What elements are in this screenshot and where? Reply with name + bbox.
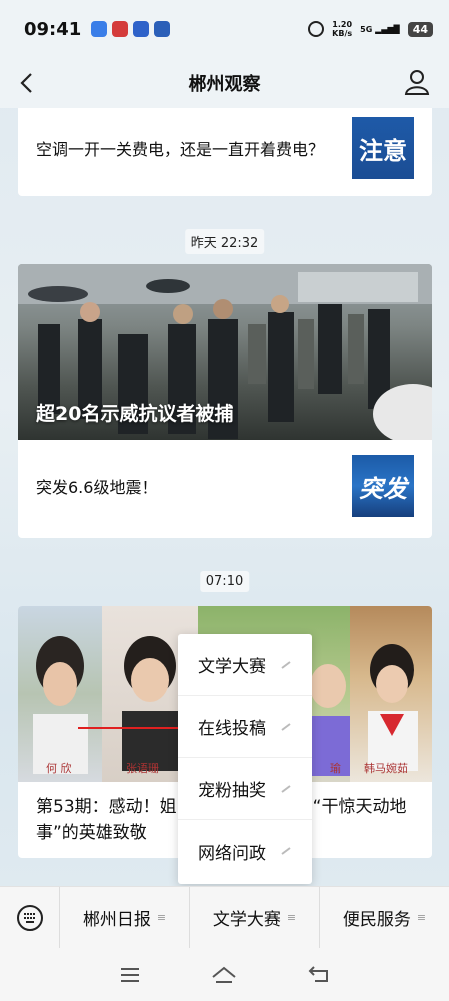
battery-indicator: 44 [407, 21, 433, 37]
network-speed: 1.20 KB/s [332, 20, 353, 38]
portrait-panel: 何 欣 [18, 606, 102, 782]
bottom-menu-bar: 郴州日报 ≡ 文学大赛 ≡ 便民服务 ≡ [0, 886, 449, 949]
app-notification-icon [133, 21, 150, 37]
link-icon [281, 847, 291, 855]
article-row[interactable]: 突发6.6级地震！ 突发 [18, 454, 432, 518]
link-icon [281, 661, 291, 669]
hero-image[interactable]: 超20名示威抗议者被捕 [18, 264, 432, 440]
menu-tab-label: 便民服务 [342, 910, 411, 930]
article-card[interactable]: 超20名示威抗议者被捕 突发6.6级地震！ 突发 [18, 264, 432, 538]
page-title: 郴州观察 [188, 74, 261, 95]
menu-tab-literature-contest[interactable]: 文学大赛 ≡ [190, 886, 320, 949]
article-thumbnail: 注意 [352, 117, 414, 179]
link-icon [281, 785, 291, 793]
header: 郴州观察 [0, 58, 449, 108]
recent-apps-icon[interactable] [119, 966, 141, 984]
menu-item-label: 在线投稿 [198, 719, 266, 739]
keyboard-toggle-button[interactable] [0, 886, 60, 949]
system-nav-bar [0, 948, 449, 1001]
submenu-icon: ≡ [416, 911, 427, 924]
status-bar: 09:41 1.20 KB/s 5G ▂▄▆█ 44 [0, 0, 449, 58]
keyboard-icon [16, 904, 43, 931]
app-notification-icon [112, 21, 129, 37]
name-tag: 韩马婉茹 [364, 762, 408, 775]
menu-item-literature-contest[interactable]: 文学大赛 [178, 634, 312, 696]
hero-caption: 超20名示威抗议者被捕 [36, 403, 234, 425]
name-tag: 瑜 [330, 762, 341, 775]
menu-item-fan-lottery[interactable]: 宠粉抽奖 [178, 758, 312, 820]
back-icon[interactable] [14, 69, 42, 97]
article-card[interactable]: 空调一开一关费电，还是一直开着费电？ 注意 [18, 108, 432, 196]
article-thumbnail: 突发 [352, 455, 414, 517]
submenu-icon: ≡ [286, 911, 297, 924]
menu-item-online-submission[interactable]: 在线投稿 [178, 696, 312, 758]
name-tag: 何 欣 [46, 762, 72, 775]
menu-tab-label: 郴州日报 [82, 910, 151, 930]
signal-icon: 5G ▂▄▆█ [360, 24, 400, 34]
back-nav-icon[interactable] [307, 965, 331, 985]
link-icon [281, 723, 291, 731]
timestamp: 07:10 [199, 571, 250, 592]
article-row[interactable]: 空调一开一关费电，还是一直开着费电？ 注意 [18, 116, 432, 180]
submenu-icon: ≡ [156, 911, 167, 924]
menu-item-online-governance[interactable]: 网络问政 [178, 820, 312, 882]
app-notification-icon [154, 21, 171, 37]
status-time: 09:41 [24, 18, 82, 40]
menu-tab-label: 文学大赛 [212, 910, 281, 930]
name-tag: 张语珊 [126, 762, 159, 775]
profile-icon[interactable] [403, 68, 431, 96]
app-notification-icon [91, 21, 108, 37]
status-app-icons [91, 21, 171, 37]
article-title: 空调一开一关费电，还是一直开着费电？ [36, 140, 325, 159]
home-icon[interactable] [211, 965, 237, 985]
menu-item-label: 网络问政 [198, 843, 266, 864]
portrait-panel: 韩马婉茹 [350, 606, 432, 782]
menu-item-label: 文学大赛 [198, 657, 266, 677]
alarm-icon [308, 21, 325, 37]
menu-tab-chenzhou-daily[interactable]: 郴州日报 ≡ [60, 886, 190, 949]
article-title: 突发6.6级地震！ [36, 478, 158, 497]
menu-tab-public-services[interactable]: 便民服务 ≡ [320, 887, 449, 949]
timestamp: 昨天 22:32 [184, 229, 265, 254]
menu-item-label: 宠粉抽奖 [198, 781, 266, 801]
popup-menu: 文学大赛 在线投稿 宠粉抽奖 网络问政 [178, 634, 312, 884]
